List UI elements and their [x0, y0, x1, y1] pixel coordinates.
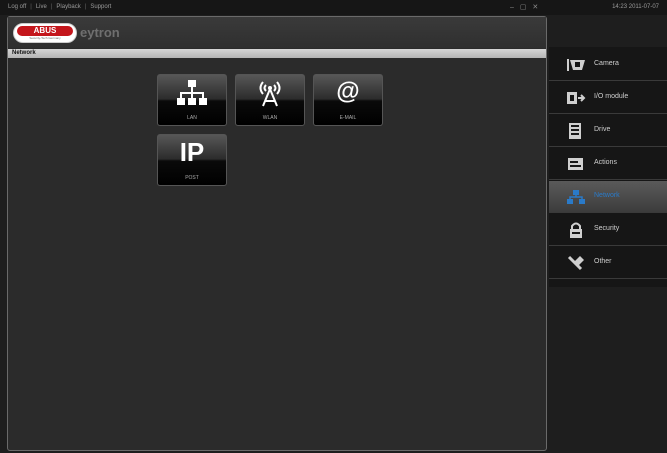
- brand-name: eytron: [80, 25, 120, 40]
- logo-tag: Security-Tech Germany: [29, 36, 61, 40]
- sidebar: Camera I/O module Drive Actions Network …: [549, 47, 667, 287]
- sidebar-item-label: Actions: [594, 159, 617, 166]
- drive-icon: [569, 123, 581, 139]
- sidebar-item-label: Drive: [594, 126, 611, 133]
- logo-text: ABUS: [17, 26, 73, 36]
- sidebar-item-label: Camera: [594, 60, 619, 67]
- sidebar-item-label: Security: [594, 225, 620, 232]
- nav-logoff[interactable]: Log off: [8, 4, 26, 10]
- window-controls[interactable]: – ▢ ✕: [510, 3, 540, 11]
- email-label: E-MAIL: [339, 115, 357, 121]
- sidebar-item-actions[interactable]: Actions: [549, 148, 667, 180]
- email-tile[interactable]: @ E-MAIL: [313, 74, 383, 126]
- sidebar-item-security[interactable]: Security: [549, 214, 667, 246]
- section-title: Network: [8, 49, 546, 58]
- top-bar: Log off | Live | Playback | Support – ▢ ✕ 1…: [0, 0, 667, 15]
- ip-post-tile[interactable]: IP POST: [157, 134, 227, 186]
- sidebar-item-drive[interactable]: Drive: [549, 115, 667, 147]
- at-sign-icon: @: [336, 78, 360, 105]
- nav-live[interactable]: Live: [36, 4, 47, 10]
- camera-icon: [567, 59, 585, 71]
- sidebar-item-label: I/O module: [594, 93, 629, 100]
- lan-label: LAN: [187, 115, 197, 121]
- io-module-icon: [567, 92, 586, 104]
- ip-post-label: POST: [185, 175, 199, 181]
- sidebar-item-camera[interactable]: Camera: [549, 49, 667, 81]
- main-panel: ABUS Security-Tech Germany eytron Networ…: [7, 16, 547, 451]
- clock: 14:23 2011-07-07: [612, 4, 659, 10]
- wlan-antenna-icon: [236, 79, 304, 112]
- sidebar-item-label: Network: [594, 192, 620, 199]
- wlan-label: WLAN: [262, 115, 278, 121]
- lan-icon: [158, 79, 226, 112]
- sidebar-item-network[interactable]: Network: [549, 181, 667, 213]
- lock-icon: [570, 222, 582, 238]
- network-icon: [567, 190, 585, 204]
- abus-logo: ABUS Security-Tech Germany: [13, 23, 77, 43]
- nav-support[interactable]: Support: [90, 4, 111, 10]
- sidebar-item-label: Other: [594, 258, 612, 265]
- sidebar-item-other[interactable]: Other: [549, 247, 667, 279]
- tools-icon: [567, 255, 584, 271]
- wlan-tile[interactable]: WLAN: [235, 74, 305, 126]
- actions-icon: [568, 158, 583, 170]
- ip-text-icon: IP: [179, 137, 205, 167]
- header: ABUS Security-Tech Germany eytron: [8, 17, 546, 48]
- nav-playback[interactable]: Playback: [56, 4, 80, 10]
- top-nav: Log off | Live | Playback | Support: [8, 4, 112, 10]
- lan-tile[interactable]: LAN: [157, 74, 227, 126]
- sidebar-item-io-module[interactable]: I/O module: [549, 82, 667, 114]
